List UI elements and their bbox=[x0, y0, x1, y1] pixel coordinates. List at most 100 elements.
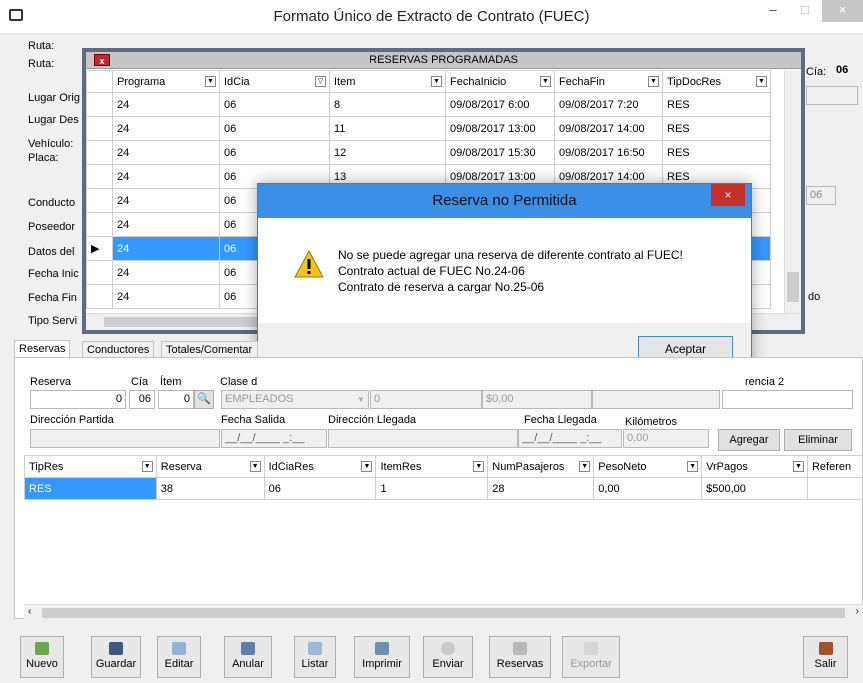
enviar-button[interactable]: Enviar bbox=[423, 636, 473, 678]
agregar-button[interactable]: Agregar bbox=[718, 429, 780, 451]
cell-fechainicio[interactable]: 09/08/2017 15:30 bbox=[445, 140, 555, 165]
cell-programa[interactable]: 24 bbox=[112, 188, 220, 213]
fecha-salida-input[interactable]: __/__/____ _:__ bbox=[221, 429, 327, 448]
cell-idcia[interactable]: 06 bbox=[219, 92, 330, 117]
table-row[interactable]: 24 06 8 09/08/2017 6:00 09/08/2017 7:20 RES bbox=[86, 92, 771, 117]
cell-tipdocres[interactable]: RES bbox=[662, 116, 771, 141]
cell-idciares[interactable]: 06 bbox=[263, 477, 377, 500]
chevron-down-icon[interactable]: ▼ bbox=[205, 76, 216, 87]
reserva-input[interactable]: 0 bbox=[30, 390, 126, 409]
cell-programa[interactable]: 24 bbox=[112, 284, 220, 309]
col-tipdocres[interactable]: TipDocRes ▼ bbox=[662, 70, 771, 93]
imprimir-button[interactable]: Imprimir bbox=[354, 636, 410, 678]
row-header[interactable]: ▶ bbox=[86, 236, 113, 261]
cell-referencia[interactable] bbox=[806, 477, 863, 500]
scrollbar-thumb[interactable] bbox=[787, 272, 799, 302]
fecha-llegada-input[interactable]: __/__/____ _:__ bbox=[518, 429, 622, 448]
row-header[interactable] bbox=[86, 260, 113, 285]
col-fechainicio[interactable]: FechaInicio ▼ bbox=[445, 70, 555, 93]
chevron-down-icon[interactable]: ▼ bbox=[540, 76, 551, 87]
cell-programa[interactable]: 24 bbox=[112, 92, 220, 117]
row-header[interactable] bbox=[86, 212, 113, 237]
chevron-down-icon[interactable]: ▼ bbox=[431, 76, 442, 87]
col-programa[interactable]: Programa ▼ bbox=[112, 70, 220, 93]
cell-programa[interactable]: 24 bbox=[112, 116, 220, 141]
col-reserva[interactable]: Reserva ▼ bbox=[155, 455, 265, 478]
chevron-down-icon[interactable]: ▼ bbox=[792, 461, 804, 472]
row-header[interactable] bbox=[86, 116, 113, 141]
maximize-button[interactable]: □ bbox=[790, 0, 820, 22]
cell-fechafin[interactable]: 09/08/2017 16:50 bbox=[554, 140, 663, 165]
clase-dropdown-icon[interactable]: ▼ bbox=[357, 395, 365, 404]
item-input[interactable]: 0 bbox=[158, 390, 194, 409]
table-row[interactable]: 24 06 12 09/08/2017 15:30 09/08/2017 16:50 RE… bbox=[86, 140, 771, 165]
col-vrpagos[interactable]: VrPagos ▼ bbox=[701, 455, 808, 478]
search-reserva-button[interactable]: 🔍 bbox=[194, 390, 214, 409]
col-pesoneto[interactable]: PesoNeto ▼ bbox=[593, 455, 703, 478]
cell-fechainicio[interactable]: 09/08/2017 13:00 bbox=[445, 116, 555, 141]
col-tipres[interactable]: TipRes ▼ bbox=[24, 455, 157, 478]
col-fechafin[interactable]: FechaFin ▼ bbox=[554, 70, 663, 93]
col-referencia[interactable]: Referen bbox=[806, 455, 863, 478]
row-header[interactable] bbox=[86, 284, 113, 309]
scroll-left-icon[interactable]: ‹ bbox=[28, 606, 31, 617]
cell-idcia[interactable]: 06 bbox=[219, 116, 330, 141]
cell-vrpagos[interactable]: $500,00 bbox=[701, 477, 808, 500]
col-numpasajeros[interactable]: NumPasajeros ▼ bbox=[487, 455, 595, 478]
cell-tipres[interactable]: RES bbox=[24, 477, 157, 500]
referencia2-input[interactable] bbox=[722, 390, 853, 409]
col-item[interactable]: Item ▼ bbox=[329, 70, 446, 93]
direccion-partida-input[interactable] bbox=[30, 429, 220, 448]
direccion-llegada-input[interactable] bbox=[328, 429, 518, 448]
col-idciares[interactable]: IdCiaRes ▼ bbox=[263, 455, 377, 478]
filter-icon[interactable]: ▽ bbox=[315, 76, 326, 87]
clase-select[interactable]: EMPLEADOS bbox=[221, 390, 369, 409]
row-header[interactable] bbox=[86, 188, 113, 213]
reservas-popup-close-button[interactable]: x bbox=[94, 54, 110, 66]
listar-button[interactable]: Listar bbox=[294, 636, 336, 678]
minimize-button[interactable]: – bbox=[758, 0, 788, 22]
cell-programa[interactable]: 24 bbox=[112, 260, 220, 285]
editar-button[interactable]: Editar bbox=[157, 636, 201, 678]
row-header[interactable] bbox=[86, 140, 113, 165]
eliminar-button[interactable]: Eliminar bbox=[784, 429, 852, 451]
chevron-down-icon[interactable]: ▼ bbox=[141, 461, 153, 472]
chevron-down-icon[interactable]: ▼ bbox=[687, 461, 699, 472]
close-window-button[interactable]: × bbox=[822, 0, 863, 22]
guardar-button[interactable]: Guardar bbox=[91, 636, 141, 678]
cell-item[interactable]: 12 bbox=[329, 140, 446, 165]
cell-programa[interactable]: 24 bbox=[112, 164, 220, 189]
chevron-down-icon[interactable]: ▼ bbox=[648, 76, 659, 87]
anular-button[interactable]: Anular bbox=[224, 636, 272, 678]
cell-programa[interactable]: 24 bbox=[112, 212, 220, 237]
cell-fechafin[interactable]: 09/08/2017 7:20 bbox=[554, 92, 663, 117]
table-row[interactable]: RES 38 06 1 28 0,00 $500,00 bbox=[24, 477, 863, 500]
cell-tipdocres[interactable]: RES bbox=[662, 92, 771, 117]
cell-programa[interactable]: 24 bbox=[112, 236, 220, 261]
chevron-down-icon[interactable]: ▼ bbox=[249, 461, 261, 472]
scrollbar-thumb[interactable] bbox=[42, 608, 845, 618]
scroll-right-icon[interactable]: › bbox=[856, 606, 859, 617]
exportar-button[interactable]: Exportar bbox=[562, 636, 620, 678]
dialog-close-button[interactable]: × bbox=[711, 184, 745, 206]
table-row[interactable]: 24 06 11 09/08/2017 13:00 09/08/2017 14:00 RE… bbox=[86, 116, 771, 141]
row-header[interactable] bbox=[86, 164, 113, 189]
nuevo-button[interactable]: Nuevo bbox=[20, 636, 64, 678]
cia-input[interactable]: 06 bbox=[129, 390, 155, 409]
col-idcia[interactable]: IdCia ▽ bbox=[219, 70, 330, 93]
cell-numpasajeros[interactable]: 28 bbox=[487, 477, 595, 500]
kilometros-input[interactable]: 0,00 bbox=[623, 429, 709, 448]
chevron-down-icon[interactable]: ▼ bbox=[756, 76, 767, 87]
col-itemres[interactable]: ItemRes ▼ bbox=[375, 455, 489, 478]
cell-reserva[interactable]: 38 bbox=[155, 477, 265, 500]
chevron-down-icon[interactable]: ▼ bbox=[361, 461, 373, 472]
salir-button[interactable]: Salir bbox=[803, 636, 848, 678]
cell-fechafin[interactable]: 09/08/2017 14:00 bbox=[554, 116, 663, 141]
cell-item[interactable]: 8 bbox=[329, 92, 446, 117]
chevron-down-icon[interactable]: ▼ bbox=[473, 461, 485, 472]
scrollbar-thumb[interactable] bbox=[104, 317, 274, 327]
cell-programa[interactable]: 24 bbox=[112, 140, 220, 165]
cell-fechainicio[interactable]: 09/08/2017 6:00 bbox=[445, 92, 555, 117]
reservas-horizontal-scrollbar[interactable]: ‹ › bbox=[24, 604, 863, 621]
row-header[interactable] bbox=[86, 92, 113, 117]
